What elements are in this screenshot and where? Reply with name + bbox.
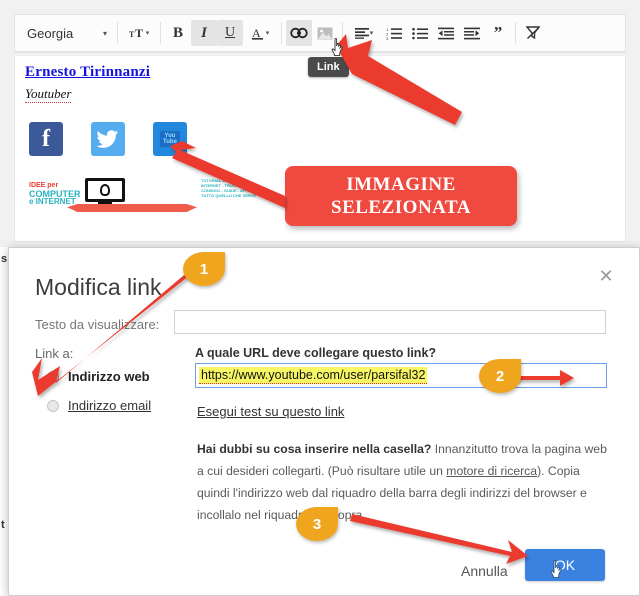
display-text-input[interactable] (174, 310, 606, 334)
url-question-label: A quale URL deve collegare questo link? (195, 346, 437, 360)
bold-button[interactable]: B (165, 20, 191, 46)
quote-icon[interactable]: ” (485, 20, 511, 46)
step-badge-2: 2 (479, 359, 521, 393)
youtube-icon[interactable]: You Tube (153, 122, 187, 156)
radio-web-indicator (47, 370, 59, 383)
chevron-down-icon: ▾ (145, 30, 150, 37)
step-badge-3: 3 (296, 507, 338, 541)
indent-icon[interactable] (459, 20, 485, 46)
bullet-list-icon[interactable] (407, 20, 433, 46)
chevron-down-icon: ▾ (102, 28, 107, 38)
toolbar-divider (515, 22, 516, 44)
step-badge-1: 1 (183, 252, 225, 286)
banner-logo-text: IDEE per COMPUTER e INTERNET (29, 182, 81, 206)
signature-role: Youtuber (25, 86, 72, 103)
screenshot-root: Georgia ▾ TT ▾ B I U A ▾ ▾ 1 2 3 ” Ernes… (0, 0, 640, 596)
url-input-value: https://www.youtube.com/user/parsifal32 (199, 367, 428, 384)
cancel-button[interactable]: Annulla (451, 557, 518, 585)
link-to-label: Link a: (35, 346, 74, 361)
font-family-value: Georgia (27, 25, 74, 41)
clear-formatting-icon[interactable] (520, 20, 546, 46)
font-size-button[interactable]: TT ▾ (122, 20, 156, 46)
dialog-title: Modifica link (35, 274, 162, 300)
svg-text:T: T (135, 26, 143, 40)
help-text-link[interactable]: motore di ricerca (446, 464, 537, 478)
url-input[interactable]: https://www.youtube.com/user/parsifal32 (195, 363, 607, 388)
toolbar-divider (281, 22, 282, 44)
text-color-button[interactable]: A ▾ (243, 20, 277, 46)
close-icon[interactable]: ✕ (595, 265, 617, 287)
numbered-list-icon[interactable]: 1 2 3 (381, 20, 407, 46)
chevron-down-icon: ▾ (265, 30, 270, 37)
test-link-anchor[interactable]: Esegui test su questo link (197, 404, 344, 419)
align-icon[interactable]: ▾ (347, 20, 381, 46)
link-icon[interactable] (286, 20, 312, 46)
immagine-selezionata-callout: IMMAGINE SELEZIONATA (285, 166, 517, 226)
radio-email-indicator (47, 399, 59, 412)
font-family-selector[interactable]: Georgia ▾ (21, 20, 113, 46)
image-icon[interactable] (312, 20, 338, 46)
svg-text:A: A (252, 26, 261, 40)
display-text-label: Testo da visualizzare: (35, 317, 160, 332)
toolbar-divider (342, 22, 343, 44)
facebook-icon[interactable]: f (29, 122, 63, 156)
help-text: Hai dubbi su cosa inserire nella casella… (197, 438, 607, 526)
outdent-icon[interactable] (433, 20, 459, 46)
callout-line-1: IMMAGINE (346, 174, 456, 195)
radio-web-label: Indirizzo web (68, 369, 150, 384)
banner-line-3: e INTERNET (29, 197, 76, 206)
twitter-icon[interactable] (91, 122, 125, 156)
radio-email-address[interactable]: Indirizzo email (47, 398, 151, 413)
banner-ribbon (67, 204, 197, 212)
step-badge-3-number: 3 (312, 515, 322, 533)
chevron-down-icon: ▾ (369, 30, 374, 37)
step-badge-2-number: 2 (495, 367, 505, 385)
modifica-link-dialog: Modifica link ✕ Testo da visualizzare: L… (8, 247, 640, 596)
signature-name: Ernesto Tirinnanzi (25, 64, 151, 80)
toolbar-divider (160, 22, 161, 44)
callout-line-2: SELEZIONATA (331, 197, 471, 218)
step-badge-1-number: 1 (199, 260, 209, 278)
radio-web-address[interactable]: Indirizzo web (47, 369, 150, 384)
ok-button[interactable]: OK (525, 549, 605, 581)
help-text-bold: Hai dubbi su cosa inserire nella casella… (197, 442, 432, 456)
link-tooltip: Link (308, 57, 349, 77)
formatting-toolbar: Georgia ▾ TT ▾ B I U A ▾ ▾ 1 2 3 ” (14, 14, 626, 52)
svg-text:3: 3 (386, 35, 389, 39)
underline-button[interactable]: U (217, 20, 243, 46)
bg-text-bottom: t (1, 519, 5, 531)
italic-button[interactable]: I (191, 20, 217, 46)
toolbar-divider (117, 22, 118, 44)
radio-email-label: Indirizzo email (68, 398, 152, 413)
banner-side-text: TUTORIAL SU PC E SU INTERNET - TRUCCHI -… (201, 178, 257, 198)
social-icons-row: f You Tube (29, 122, 187, 156)
background-page-left-edge: s t (0, 247, 8, 596)
bg-text-top: s (1, 253, 8, 265)
